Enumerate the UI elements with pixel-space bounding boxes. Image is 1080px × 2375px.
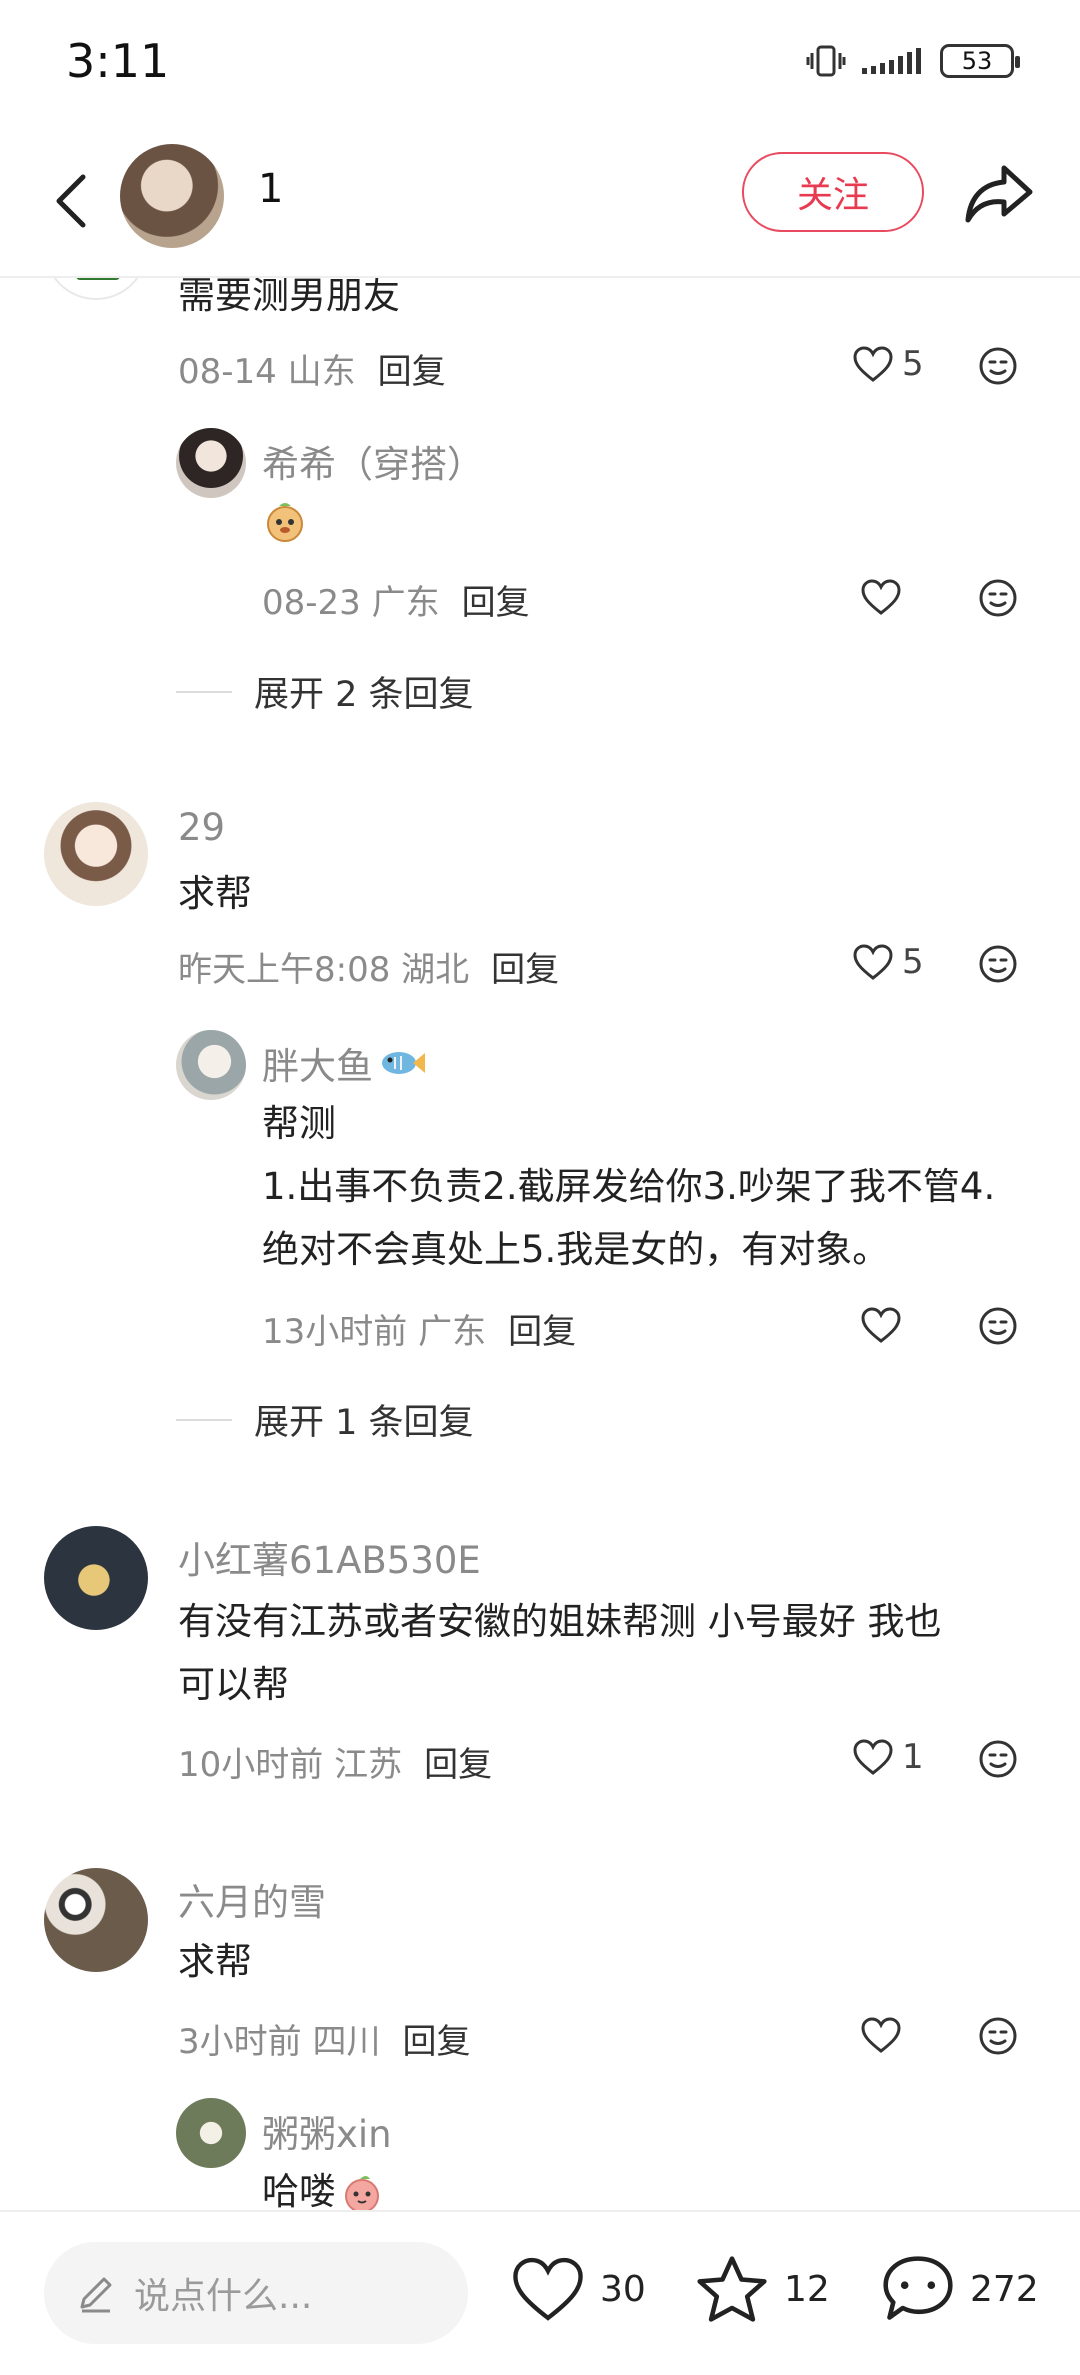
heart-icon <box>853 1739 893 1775</box>
heart-icon <box>861 579 901 615</box>
share-icon <box>965 165 1033 223</box>
face-icon <box>979 945 1017 983</box>
comment-avatar[interactable] <box>44 802 148 906</box>
reply-date: 08-23 广东 <box>262 583 440 623</box>
comment-author[interactable]: 六月的雪 <box>178 1872 326 1926</box>
face-icon <box>979 1307 1017 1345</box>
heart-icon <box>513 2257 583 2321</box>
share-button[interactable] <box>960 156 1036 232</box>
comment-author[interactable]: 小红薯61AB530E <box>178 1530 481 1584</box>
reply-avatar[interactable] <box>176 2098 246 2168</box>
reply-button[interactable]: 回复 <box>402 2022 470 2062</box>
top-nav-bar: 1 关注 <box>0 130 1080 278</box>
react-button[interactable] <box>978 578 1018 622</box>
reply-meta: 13小时前 广东 回复 <box>262 1304 576 1353</box>
back-arrow-icon <box>56 174 86 228</box>
react-button[interactable] <box>978 2016 1018 2060</box>
like-button[interactable] <box>860 578 902 616</box>
comment-text-line: 可以帮 <box>178 1663 289 1706</box>
like-button[interactable] <box>860 1306 902 1344</box>
reply-author[interactable]: 胖大鱼 <box>262 1036 427 1090</box>
comment-meta: 3小时前 四川 回复 <box>178 2014 470 2063</box>
comment-input[interactable]: 说点什么... <box>44 2242 468 2344</box>
post-comment-button[interactable]: 272 <box>880 2252 1039 2326</box>
reply-date: 13小时前 广东 <box>262 1312 487 1352</box>
face-icon <box>979 579 1017 617</box>
status-time: 3:11 <box>66 34 170 88</box>
comment-text: 求帮 <box>178 1940 252 1983</box>
reply-avatar[interactable] <box>176 428 246 498</box>
reply-button[interactable]: 回复 <box>491 950 559 990</box>
face-icon <box>979 2017 1017 2055</box>
comment-input-placeholder: 说点什么... <box>134 2276 313 2317</box>
react-button[interactable] <box>978 1306 1018 1350</box>
like-button[interactable]: 1 <box>852 1737 924 1777</box>
reply-text-line: 绝对不会真处上5.我是女的，有对象。 <box>262 1228 890 1271</box>
post-like-count: 30 <box>600 2268 646 2310</box>
heart-icon <box>853 944 893 980</box>
peach-emoji <box>345 2175 379 2213</box>
sheep-emoji <box>262 498 308 548</box>
react-button[interactable] <box>978 1739 1018 1783</box>
battery-indicator: 53 <box>940 44 1020 78</box>
like-count: 5 <box>902 344 924 384</box>
signal-icon <box>862 48 921 74</box>
like-count: 1 <box>902 1737 924 1777</box>
fish-emoji <box>382 1052 425 1074</box>
heart-icon <box>853 346 893 382</box>
back-button[interactable] <box>36 166 106 236</box>
comment-meta: 08-14 山东 回复 <box>178 344 446 393</box>
comment-date: 08-14 山东 <box>178 352 356 392</box>
reply-button[interactable]: 回复 <box>424 1745 492 1785</box>
post-collect-count: 12 <box>784 2268 830 2310</box>
star-icon <box>697 2256 767 2322</box>
expand-replies[interactable]: 展开 2 条回复 <box>176 666 474 717</box>
reply-author-name: 胖大鱼 <box>262 1045 373 1088</box>
reply-text-line: 帮测 <box>262 1102 336 1145</box>
post-like-button[interactable]: 30 <box>510 2254 646 2324</box>
bottom-action-bar: 说点什么... 30 12 272 <box>0 2210 1080 2375</box>
comment-avatar[interactable] <box>44 1868 148 1972</box>
reply-meta: 08-23 广东 回复 <box>262 575 530 624</box>
comment-date: 3小时前 四川 <box>178 2022 381 2062</box>
comment-author[interactable]: 29 <box>178 806 225 849</box>
comment-meta: 10小时前 江苏 回复 <box>178 1737 492 1786</box>
post-collect-button[interactable]: 12 <box>694 2252 830 2326</box>
face-icon <box>979 347 1017 385</box>
heart-icon <box>861 2017 901 2053</box>
comment-avatar[interactable] <box>44 1526 148 1630</box>
like-button[interactable]: 5 <box>852 942 924 982</box>
heart-icon <box>861 1307 901 1343</box>
reply-text-line: 1.出事不负责2.截屏发给你3.吵架了我不管4. <box>262 1165 996 1208</box>
comment-text: 求帮 <box>178 872 252 915</box>
react-button[interactable] <box>978 944 1018 988</box>
reply-button[interactable]: 回复 <box>378 352 446 392</box>
reply-author[interactable]: 希希（穿搭） <box>262 434 484 488</box>
author-name[interactable]: 1 <box>258 166 283 212</box>
like-button[interactable] <box>860 2016 902 2054</box>
comment-date: 10小时前 江苏 <box>178 1745 403 1785</box>
expand-replies[interactable]: 展开 1 条回复 <box>176 1394 474 1445</box>
react-button[interactable] <box>978 346 1018 390</box>
author-avatar[interactable] <box>120 144 224 248</box>
comment-date: 昨天上午8:08 湖北 <box>178 950 470 990</box>
reply-button[interactable]: 回复 <box>462 583 530 623</box>
pencil-icon <box>80 2277 112 2313</box>
comment-meta: 昨天上午8:08 湖北 回复 <box>178 942 559 991</box>
follow-button[interactable]: 关注 <box>742 152 924 232</box>
status-icons: 53 <box>806 38 1020 84</box>
like-count: 5 <box>902 942 924 982</box>
face-icon <box>979 1740 1017 1778</box>
post-comment-count: 272 <box>970 2268 1039 2310</box>
comment-text-line: 有没有江苏或者安徽的姐妹帮测 小号最好 我也 <box>178 1600 942 1643</box>
vibrate-icon <box>806 45 846 77</box>
reply-button[interactable]: 回复 <box>508 1312 576 1352</box>
chat-icon <box>883 2256 953 2320</box>
reply-avatar[interactable] <box>176 1030 246 1100</box>
reply-author[interactable]: 粥粥xin <box>262 2104 392 2158</box>
like-button[interactable]: 5 <box>852 344 924 384</box>
